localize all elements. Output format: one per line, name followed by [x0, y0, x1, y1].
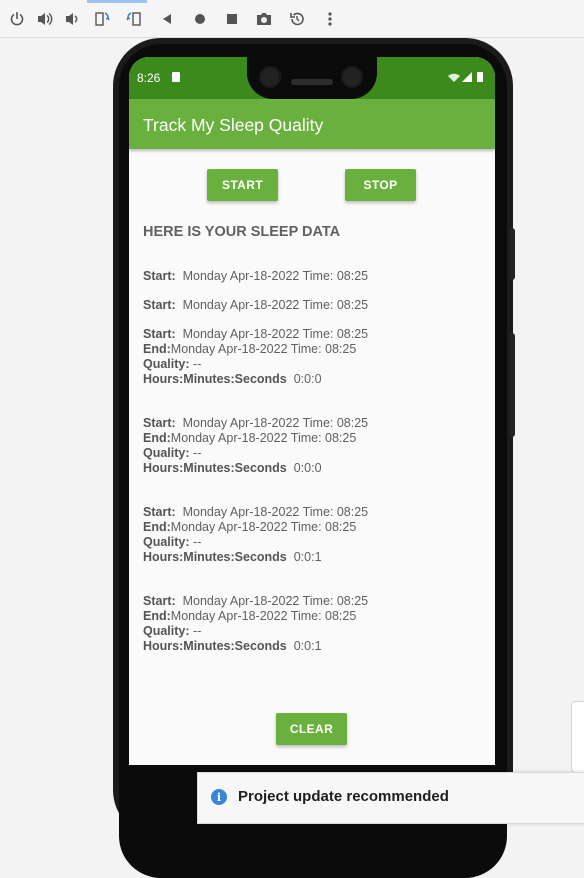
- end-value: Monday Apr-18-2022 Time: 08:25: [170, 520, 357, 534]
- start-value: Monday Apr-18-2022 Time: 08:25: [182, 505, 369, 519]
- volume-down-icon[interactable]: [62, 9, 82, 29]
- power-icon[interactable]: [7, 9, 27, 29]
- overview-icon[interactable]: [222, 9, 242, 29]
- end-value: Monday Apr-18-2022 Time: 08:25: [170, 609, 357, 623]
- app-title: Track My Sleep Quality: [143, 115, 324, 135]
- emulator-toolbar: [0, 0, 584, 38]
- start-value: Monday Apr-18-2022 Time: 08:25: [182, 416, 369, 430]
- start-label: Start:: [143, 594, 176, 608]
- back-icon[interactable]: [157, 9, 177, 29]
- device-screen: 8:26 Track My Sleep Quality START STOP H…: [129, 57, 495, 765]
- front-camera-icon: [259, 66, 281, 88]
- start-value: Monday Apr-18-2022 Time: 08:25: [182, 298, 369, 312]
- end-label: End:: [143, 342, 171, 356]
- list-item: Start: Monday Apr-18-2022 Time: 08:25: [143, 298, 483, 313]
- duration-value: 0:0:0: [293, 461, 322, 475]
- info-icon: i: [211, 789, 227, 805]
- more-icon[interactable]: [320, 9, 340, 29]
- quality-label: Quality:: [143, 357, 190, 371]
- stop-button[interactable]: STOP: [345, 169, 416, 201]
- end-label: End:: [143, 431, 171, 445]
- rotate-right-icon[interactable]: [124, 9, 144, 29]
- start-value: Monday Apr-18-2022 Time: 08:25: [182, 327, 369, 341]
- start-button[interactable]: START: [207, 169, 278, 201]
- duration-value: 0:0:1: [293, 550, 322, 564]
- quality-value: --: [193, 446, 202, 460]
- duration-label: Hours:Minutes:Seconds: [143, 550, 287, 564]
- sleep-data-heading: HERE IS YOUR SLEEP DATA: [143, 224, 341, 240]
- sleep-data-list: Start: Monday Apr-18-2022 Time: 08:25 St…: [143, 269, 483, 654]
- duration-label: Hours:Minutes:Seconds: [143, 639, 287, 653]
- home-icon[interactable]: [190, 9, 210, 29]
- list-item: Start: Monday Apr-18-2022 Time: 08:25 En…: [143, 505, 483, 565]
- quality-label: Quality:: [143, 535, 190, 549]
- sd-card-icon: [172, 72, 180, 82]
- end-value: Monday Apr-18-2022 Time: 08:25: [170, 342, 357, 356]
- start-label: Start:: [143, 505, 176, 519]
- clear-button[interactable]: CLEAR: [276, 713, 347, 745]
- rotate-left-icon[interactable]: [92, 9, 112, 29]
- device-power-button[interactable]: [510, 228, 515, 280]
- end-label: End:: [143, 520, 171, 534]
- toolbar-selection-indicator: [87, 0, 147, 3]
- list-item: Start: Monday Apr-18-2022 Time: 08:25 En…: [143, 416, 483, 476]
- side-panel-tab[interactable]: [571, 701, 584, 773]
- camera-icon[interactable]: [254, 9, 274, 29]
- quality-value: --: [193, 357, 202, 371]
- quality-value: --: [193, 624, 202, 638]
- start-label: Start:: [143, 416, 176, 430]
- snapshot-restore-icon[interactable]: [287, 9, 307, 29]
- end-label: End:: [143, 609, 171, 623]
- front-camera-icon: [341, 66, 363, 88]
- start-value: Monday Apr-18-2022 Time: 08:25: [182, 594, 369, 608]
- duration-label: Hours:Minutes:Seconds: [143, 461, 287, 475]
- status-time: 8:26: [137, 71, 161, 85]
- duration-value: 0:0:1: [293, 639, 322, 653]
- start-value: Monday Apr-18-2022 Time: 08:25: [182, 269, 369, 283]
- notification-text: Project update recommended: [238, 788, 449, 805]
- volume-up-icon[interactable]: [35, 9, 55, 29]
- start-label: Start:: [143, 327, 176, 341]
- app-bar: Track My Sleep Quality: [129, 99, 495, 149]
- start-label: Start:: [143, 298, 176, 312]
- notification-banner[interactable]: i Project update recommended: [197, 772, 584, 824]
- quality-label: Quality:: [143, 446, 190, 460]
- quality-value: --: [193, 535, 202, 549]
- device-volume-button[interactable]: [510, 333, 515, 437]
- start-label: Start:: [143, 269, 176, 283]
- list-item: Start: Monday Apr-18-2022 Time: 08:25 En…: [143, 594, 483, 654]
- duration-value: 0:0:0: [293, 372, 322, 386]
- quality-label: Quality:: [143, 624, 190, 638]
- camera-notch: [247, 57, 377, 99]
- end-value: Monday Apr-18-2022 Time: 08:25: [170, 431, 357, 445]
- duration-label: Hours:Minutes:Seconds: [143, 372, 287, 386]
- list-item: Start: Monday Apr-18-2022 Time: 08:25: [143, 269, 483, 284]
- signal-battery-icon: [447, 70, 487, 87]
- list-item: Start: Monday Apr-18-2022 Time: 08:25 En…: [143, 327, 483, 387]
- earpiece-speaker: [291, 79, 333, 85]
